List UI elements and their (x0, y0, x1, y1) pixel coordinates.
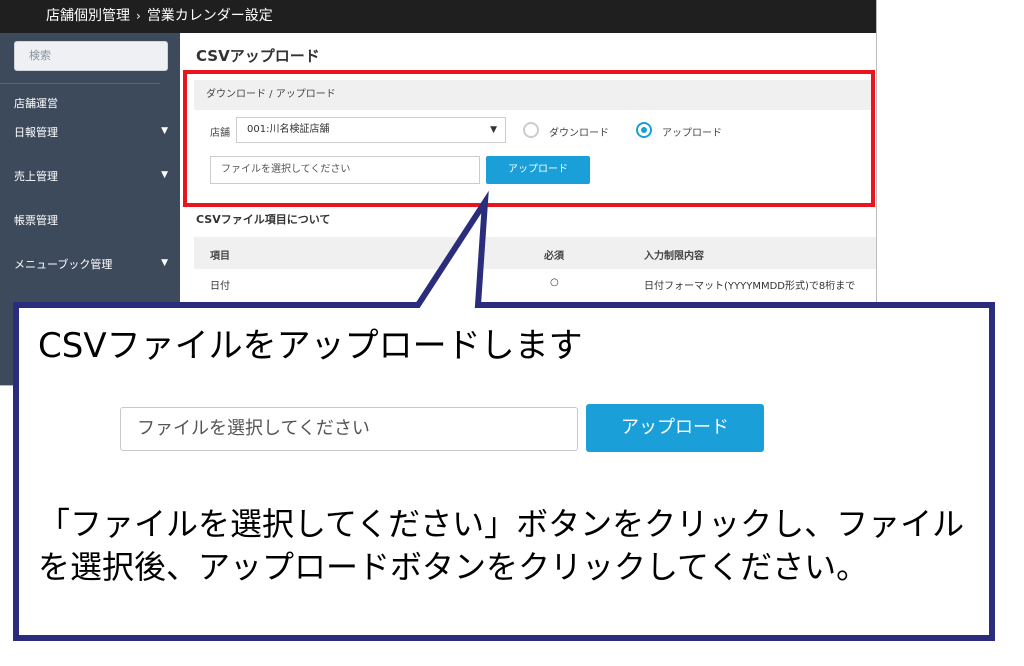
callout-upload-button: アップロード (586, 404, 764, 452)
callout-file-select-input: ファイルを選択してください (120, 407, 578, 451)
callout-title: CSVファイルをアップロードします (38, 326, 583, 366)
callout-instruction: 「ファイルを選択してください」ボタンをクリックし、ファイルを選択後、アップロード… (38, 505, 965, 586)
